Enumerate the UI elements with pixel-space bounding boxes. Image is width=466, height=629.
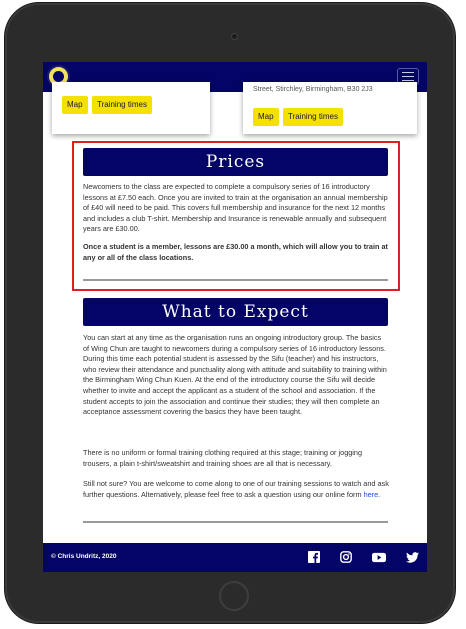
- footer: © Chris Undritz, 2020: [43, 543, 427, 572]
- highlight-box: [72, 141, 400, 291]
- training-times-button-left[interactable]: Training times: [92, 96, 152, 114]
- instagram-icon[interactable]: [339, 550, 353, 564]
- map-button-right[interactable]: Map: [253, 108, 279, 126]
- screen: Map Training times Street, Stirchley, Bi…: [43, 62, 427, 572]
- contact-form-link[interactable]: here: [364, 490, 379, 499]
- youtube-icon[interactable]: [372, 550, 386, 564]
- expect-paragraph-3-end: .: [378, 489, 381, 499]
- copyright-text: © Chris Undritz, 2020: [51, 553, 117, 560]
- location-card-right: Street, Stirchley, Birmingham, B30 2J3 M…: [243, 82, 417, 134]
- expect-paragraph-2: There is no uniform or formal training c…: [83, 448, 363, 468]
- expect-paragraph-3: Still not sure? You are welcome to come …: [83, 479, 389, 500]
- location-card-left: Map Training times: [52, 82, 210, 134]
- expect-paragraph-3-text: Still not sure? You are welcome to come …: [83, 479, 389, 499]
- tablet-frame: Map Training times Street, Stirchley, Bi…: [5, 3, 455, 623]
- facebook-icon[interactable]: [307, 550, 321, 564]
- expect-paragraph-1: You can start at any time as the organis…: [83, 333, 387, 417]
- expect-heading: What to Expect: [83, 298, 388, 326]
- location-address: Street, Stirchley, Birmingham, B30 2J3: [253, 86, 373, 93]
- map-button-left[interactable]: Map: [62, 96, 88, 114]
- twitter-icon[interactable]: [405, 550, 419, 564]
- camera-dot: [231, 33, 238, 40]
- section-divider-2: [83, 521, 388, 523]
- home-button[interactable]: [219, 581, 249, 611]
- training-times-button-right[interactable]: Training times: [283, 108, 343, 126]
